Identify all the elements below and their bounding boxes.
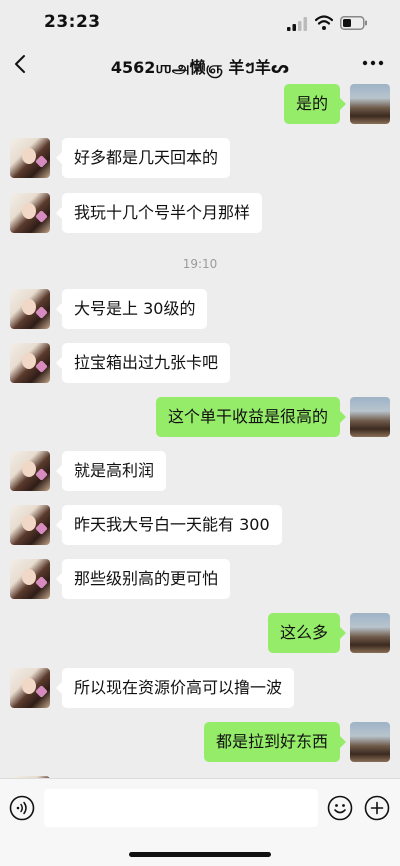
message-incoming: 好多都是几天回本的 bbox=[0, 138, 400, 178]
contact-avatar[interactable] bbox=[10, 343, 50, 383]
my-avatar[interactable] bbox=[350, 397, 390, 437]
message-bubble[interactable]: 大号是上 30级的 bbox=[55, 289, 208, 329]
message-bubble[interactable]: 那些级别高的更可怕 bbox=[55, 559, 231, 599]
contact-avatar[interactable] bbox=[10, 505, 50, 545]
message-bubble[interactable]: 都是拉到好东西 bbox=[203, 722, 347, 762]
contact-avatar[interactable] bbox=[10, 451, 50, 491]
battery-icon bbox=[340, 16, 367, 30]
wifi-icon bbox=[315, 15, 333, 30]
status-bar: 23:23 bbox=[0, 0, 400, 46]
message-incoming: 拉宝箱出过九张卡吧 bbox=[0, 343, 400, 383]
more-dots-icon[interactable] bbox=[362, 58, 384, 68]
message-outgoing: 是的 bbox=[0, 84, 400, 124]
message-bubble[interactable]: 昨天我大号白一天能有 300 bbox=[56, 505, 282, 545]
message-bubble[interactable]: 这么多 bbox=[267, 613, 347, 653]
contact-avatar[interactable] bbox=[10, 193, 50, 233]
message-bubble[interactable]: 就是高利润 bbox=[55, 451, 167, 491]
my-avatar[interactable] bbox=[350, 84, 390, 124]
message-incoming: 我玩十几个号半个月那样 bbox=[0, 193, 400, 233]
emoji-icon[interactable] bbox=[327, 795, 353, 821]
message-incoming: 所以现在资源价高可以撸一波 bbox=[0, 668, 400, 708]
home-indicator bbox=[129, 852, 271, 857]
message-bubble[interactable]: 是的 bbox=[283, 84, 347, 124]
chat-timestamp: 19:10 bbox=[182, 257, 218, 271]
chat-messages[interactable]: 是的 好多都是几天回本的 我玩十几个号半个月那样 19:10 大号是上 30级的… bbox=[0, 84, 400, 778]
message-input[interactable] bbox=[44, 789, 318, 827]
contact-avatar[interactable] bbox=[10, 559, 50, 599]
chat-header: 4562ஶஅ懒ஞ 羊ៗ羊ᔕ bbox=[0, 46, 400, 84]
message-outgoing: 这么多 bbox=[0, 613, 400, 653]
message-incoming: 昨天我大号白一天能有 300 bbox=[0, 505, 400, 545]
chat-title: 4562ஶஅ懒ஞ 羊ៗ羊ᔕ bbox=[110, 58, 290, 77]
message-incoming: 大号是上 30级的 bbox=[0, 289, 400, 329]
message-bubble[interactable]: 这个单干收益是很高的 bbox=[155, 397, 347, 437]
message-bubble[interactable]: 我玩十几个号半个月那样 bbox=[55, 193, 263, 233]
signal-icon bbox=[287, 17, 307, 31]
message-bubble[interactable]: 所以现在资源价高可以撸一波 bbox=[55, 668, 295, 708]
message-bubble[interactable]: 好多都是几天回本的 bbox=[55, 138, 231, 178]
contact-avatar[interactable] bbox=[10, 668, 50, 708]
voice-icon[interactable] bbox=[9, 795, 35, 821]
message-incoming: 那些级别高的更可怕 bbox=[0, 559, 400, 599]
message-outgoing: 都是拉到好东西 bbox=[0, 722, 400, 762]
my-avatar[interactable] bbox=[350, 613, 390, 653]
message-outgoing: 这个单干收益是很高的 bbox=[0, 397, 400, 437]
back-chevron-icon[interactable] bbox=[10, 53, 32, 75]
status-time: 23:23 bbox=[44, 12, 101, 32]
my-avatar[interactable] bbox=[350, 722, 390, 762]
contact-avatar[interactable] bbox=[10, 138, 50, 178]
message-incoming: 就是高利润 bbox=[0, 451, 400, 491]
plus-icon[interactable] bbox=[364, 795, 390, 821]
contact-avatar[interactable] bbox=[10, 289, 50, 329]
message-bubble[interactable]: 拉宝箱出过九张卡吧 bbox=[55, 343, 231, 383]
